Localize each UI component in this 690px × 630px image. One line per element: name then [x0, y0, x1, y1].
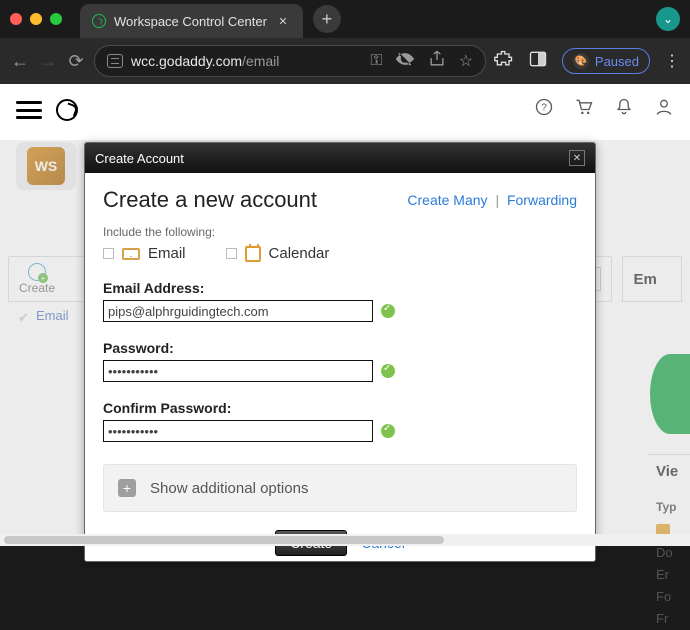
modal-header: Create Account ✕ [85, 143, 595, 173]
filter-row-email[interactable]: Er [656, 564, 690, 586]
share-icon[interactable] [427, 49, 447, 74]
cart-icon[interactable] [574, 97, 594, 123]
close-tab-icon[interactable] [275, 13, 291, 29]
forward-button: → [38, 51, 58, 72]
app-header: ? [0, 84, 690, 136]
email-icon [122, 248, 140, 260]
bookmark-star-icon[interactable]: ☆ [459, 51, 473, 71]
minimize-window-icon[interactable] [30, 13, 42, 25]
side-panel-icon[interactable] [528, 49, 548, 74]
create-many-link[interactable]: Create Many [407, 192, 487, 208]
create-account-modal: Create Account ✕ Create a new account Cr… [84, 142, 596, 562]
password-label: Password: [103, 340, 577, 356]
reload-button[interactable]: ⟳ [66, 51, 86, 72]
incognito-eye-icon[interactable] [395, 49, 415, 74]
menu-button[interactable] [16, 101, 42, 119]
bell-icon[interactable] [614, 97, 634, 123]
url-host: wcc.godaddy.com [131, 53, 242, 69]
email-address-label: Email Address: [103, 280, 577, 296]
scrollbar-thumb[interactable] [4, 536, 444, 544]
new-tab-button[interactable]: + [313, 5, 341, 33]
email-address-input[interactable] [103, 300, 373, 322]
browser-tab[interactable]: Workspace Control Center [80, 4, 303, 38]
profile-avatar-icon: 🎨 [573, 53, 589, 69]
password-input[interactable] [103, 360, 373, 382]
show-additional-options[interactable]: + Show additional options [103, 464, 577, 512]
godaddy-logo-icon[interactable] [56, 99, 78, 121]
window-controls [10, 13, 62, 25]
confirm-password-input[interactable] [103, 420, 373, 442]
maximize-window-icon[interactable] [50, 13, 62, 25]
profile-paused-chip[interactable]: 🎨 Paused [562, 48, 650, 74]
horizontal-scrollbar[interactable] [0, 534, 690, 546]
include-label: Include the following: [103, 225, 577, 239]
back-button[interactable]: ← [10, 51, 30, 72]
valid-check-icon [381, 304, 395, 318]
include-calendar-label: Calendar [269, 245, 330, 262]
valid-check-icon [381, 364, 395, 378]
svg-text:?: ? [541, 102, 547, 113]
filter-row-forwarding[interactable]: Fo [656, 586, 690, 608]
modal-header-title: Create Account [95, 151, 184, 166]
browser-toolbar: ← → ⟳ wcc.godaddy.com/email ⚿ ☆ 🎨 Paused [0, 38, 690, 84]
include-calendar-checkbox[interactable] [226, 248, 237, 259]
close-modal-button[interactable]: ✕ [569, 150, 585, 166]
tab-overflow-button[interactable]: ⌄ [656, 7, 680, 31]
tab-title: Workspace Control Center [114, 14, 267, 29]
address-bar[interactable]: wcc.godaddy.com/email ⚿ ☆ [94, 45, 486, 77]
confirm-password-label: Confirm Password: [103, 400, 577, 416]
url-path: /email [242, 53, 279, 69]
valid-check-icon [381, 424, 395, 438]
link-separator: | [495, 192, 499, 208]
calendar-icon [245, 246, 261, 262]
paused-label: Paused [595, 54, 639, 69]
browser-menu-icon[interactable]: ⋮ [664, 51, 680, 71]
modal-title: Create a new account [103, 187, 317, 213]
tab-favicon-icon [90, 12, 108, 30]
browser-tab-bar: Workspace Control Center + ⌄ [0, 0, 690, 38]
profile-icon[interactable] [654, 97, 674, 123]
help-icon[interactable]: ? [534, 97, 554, 123]
forwarding-link[interactable]: Forwarding [507, 192, 577, 208]
filter-row-free[interactable]: Fr [656, 608, 690, 630]
site-info-icon[interactable] [107, 54, 123, 68]
include-email-label: Email [148, 245, 186, 262]
show-additional-label: Show additional options [150, 480, 308, 497]
extensions-icon[interactable] [494, 49, 514, 74]
page: ? WS Create [0, 84, 690, 546]
password-key-icon[interactable]: ⚿ [370, 52, 382, 70]
close-window-icon[interactable] [10, 13, 22, 25]
expand-icon: + [118, 479, 136, 497]
include-email-checkbox[interactable] [103, 248, 114, 259]
